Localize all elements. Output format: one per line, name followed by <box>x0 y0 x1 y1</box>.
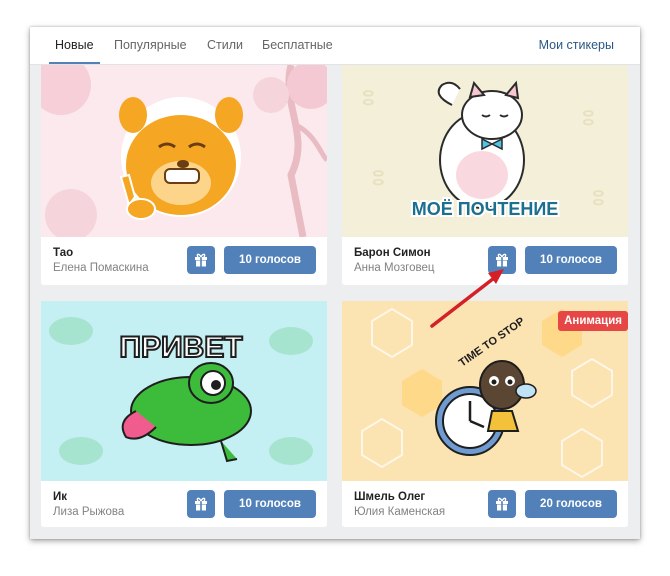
sticker-card-ik[interactable]: ПРИВЕТ Ик Лиза Рыжова 10 голосов <box>41 301 327 527</box>
svg-text:ⵓ: ⵓ <box>582 106 595 130</box>
sticker-image-baron-simon[interactable]: ⵓ ⵓ ⵓ ⵓ МОЁ ПОЧТЕНИЕ <box>342 65 628 237</box>
sticker-card-tao[interactable]: Тао Елена Помаскина 10 голосов <box>41 65 327 285</box>
card-info: Ик Лиза Рыжова 10 голосов <box>41 481 327 527</box>
gift-button[interactable] <box>187 490 215 518</box>
vote-button[interactable]: 10 голосов <box>224 490 316 518</box>
sticker-card-baron-simon[interactable]: ⵓ ⵓ ⵓ ⵓ МОЁ ПОЧТЕНИЕ Барон Симон Анна Мо… <box>342 65 628 285</box>
gift-icon <box>496 253 508 267</box>
gift-icon <box>195 497 207 511</box>
sticker-name[interactable]: Шмель Олег <box>354 491 425 503</box>
vote-button[interactable]: 10 голосов <box>224 246 316 274</box>
sticker-author[interactable]: Лиза Рыжова <box>53 506 124 518</box>
tab-free[interactable]: Бесплатные <box>262 38 333 52</box>
card-info: Шмель Олег Юлия Каменская 20 голосов <box>342 481 628 527</box>
sticker-author[interactable]: Анна Мозговец <box>354 262 435 274</box>
sticker-caption: МОЁ ПОЧТЕНИЕ <box>412 199 559 219</box>
sticker-store-window: Новые Популярные Стили Бесплатные Мои ст… <box>30 27 640 539</box>
tab-new[interactable]: Новые <box>55 38 94 52</box>
gift-button[interactable] <box>488 490 516 518</box>
svg-text:ⵓ: ⵓ <box>592 186 605 210</box>
gift-icon <box>195 253 207 267</box>
sticker-author[interactable]: Юлия Каменская <box>354 506 445 518</box>
sticker-name[interactable]: Барон Симон <box>354 247 431 259</box>
tabs-bar: Новые Популярные Стили Бесплатные Мои ст… <box>30 27 640 65</box>
tao-illustration <box>41 65 327 237</box>
gift-button[interactable] <box>488 246 516 274</box>
sticker-name[interactable]: Тао <box>53 247 73 259</box>
vote-button[interactable]: 20 голосов <box>525 490 617 518</box>
card-info: Тао Елена Помаскина 10 голосов <box>41 237 327 285</box>
svg-text:ⵓ: ⵓ <box>372 166 385 190</box>
tab-popular[interactable]: Популярные <box>114 38 187 52</box>
vote-button[interactable]: 10 голосов <box>525 246 617 274</box>
sticker-caption: ПРИВЕТ <box>119 331 242 364</box>
sticker-image-tao[interactable] <box>41 65 327 237</box>
ik-illustration: ПРИВЕТ <box>41 301 327 481</box>
sticker-card-shmel-oleg[interactable]: TIME TO STOP Анимация Шмель Олег Юлия Ка… <box>342 301 628 527</box>
svg-text:ⵓ: ⵓ <box>362 86 375 110</box>
gift-icon <box>496 497 508 511</box>
active-tab-indicator <box>49 62 100 64</box>
animation-badge: Анимация <box>558 311 628 331</box>
card-info: Барон Симон Анна Мозговец 10 голосов <box>342 237 628 285</box>
sticker-image-ik[interactable]: ПРИВЕТ <box>41 301 327 481</box>
sticker-author[interactable]: Елена Помаскина <box>53 262 149 274</box>
baron-simon-illustration: ⵓ ⵓ ⵓ ⵓ МОЁ ПОЧТЕНИЕ <box>342 65 628 237</box>
my-stickers-link[interactable]: Мои стикеры <box>539 38 614 52</box>
tab-styles[interactable]: Стили <box>207 38 243 52</box>
sticker-name[interactable]: Ик <box>53 491 67 503</box>
gift-button[interactable] <box>187 246 215 274</box>
